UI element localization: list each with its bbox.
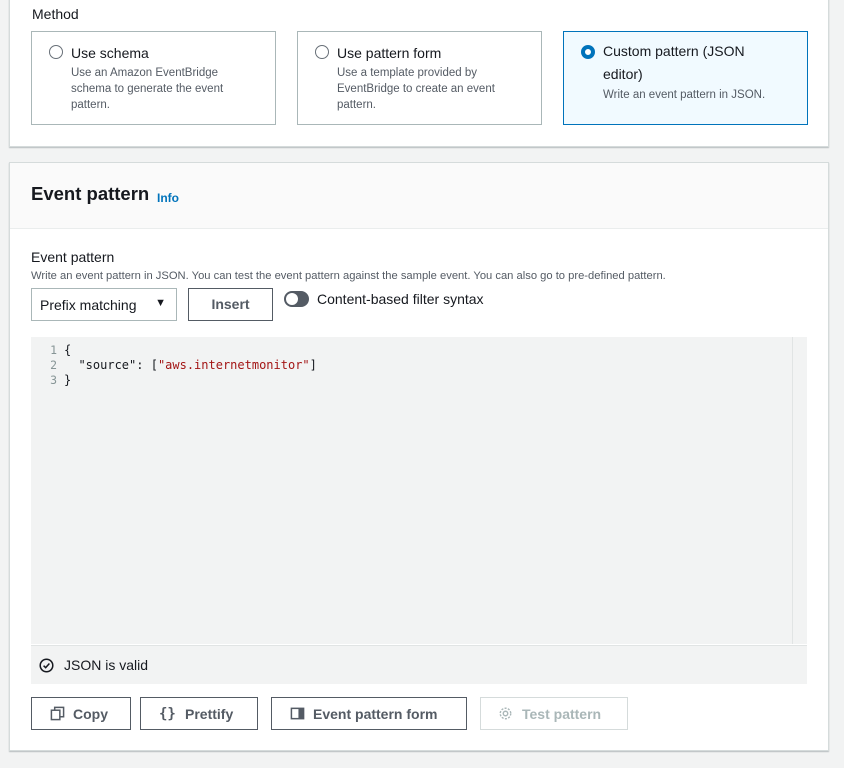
code-string: "aws.internetmonitor" <box>157 358 310 372</box>
select-value: Prefix matching <box>40 297 137 313</box>
event-pattern-panel: Event pattern Info Event pattern Write a… <box>9 162 829 751</box>
form-panel-icon <box>290 707 305 720</box>
prettify-button[interactable]: {} Prettify <box>140 697 258 730</box>
curly-braces-icon: {} <box>159 706 176 722</box>
option-desc-line: Use an Amazon EventBridge <box>71 67 219 79</box>
prefix-matching-select[interactable]: Prefix matching ▼ <box>31 288 177 321</box>
event-pattern-form-button[interactable]: Event pattern form <box>271 697 467 730</box>
code-line: } <box>64 373 72 387</box>
option-desc-line: pattern. <box>337 99 376 111</box>
option-desc-line: EventBridge to create an event <box>337 83 495 95</box>
method-label: Method <box>32 6 79 22</box>
option-desc-line: Write an event pattern in JSON. <box>603 89 766 101</box>
validation-status-text: JSON is valid <box>64 657 149 673</box>
radio-icon[interactable] <box>315 45 329 59</box>
option-use-pattern-form[interactable]: Use pattern form Use a template provided… <box>297 31 542 125</box>
code-line: "source": ["aws.internetmonitor"] <box>78 358 317 372</box>
option-title-line: editor) <box>603 66 643 82</box>
gear-icon <box>499 707 512 720</box>
test-pattern-button[interactable]: Test pattern <box>480 697 628 730</box>
field-description: Write an event pattern in JSON. You can … <box>31 270 666 282</box>
toggle-label: Content-based filter syntax <box>317 291 484 307</box>
option-title: Use schema <box>71 45 149 61</box>
button-label: Test pattern <box>522 706 602 722</box>
line-number: 1 <box>50 343 57 357</box>
code-line: { <box>64 343 72 357</box>
info-link[interactable]: Info <box>157 191 179 205</box>
option-custom-pattern[interactable]: Custom pattern (JSON editor) Write an ev… <box>563 31 808 125</box>
button-label: Copy <box>73 706 108 722</box>
option-desc-line: schema to generate the event <box>71 83 224 95</box>
option-desc-line: Use a template provided by <box>337 67 477 79</box>
option-title: Use pattern form <box>337 45 442 61</box>
json-editor[interactable]: 1 2 3 { "source": ["aws.internetmonitor"… <box>31 337 807 644</box>
panel-title: Event pattern <box>31 183 150 204</box>
code-key: "source" <box>78 358 137 372</box>
method-panel: Method Use schema Use an Amazon EventBri… <box>9 0 829 147</box>
toggle-knob <box>286 293 298 305</box>
content-filter-toggle[interactable] <box>284 291 309 307</box>
panel-header: Event pattern Info <box>10 163 828 229</box>
line-gutter: 1 2 3 <box>31 337 61 644</box>
line-number: 3 <box>50 373 57 387</box>
line-number: 2 <box>50 358 57 372</box>
copy-button[interactable]: Copy <box>31 697 131 730</box>
button-label: Prettify <box>185 706 234 722</box>
validation-status-bar: JSON is valid <box>31 645 807 684</box>
caret-down-icon: ▼ <box>155 297 166 309</box>
option-desc-line: pattern. <box>71 99 110 111</box>
radio-checked-icon[interactable] <box>581 45 595 59</box>
radio-icon[interactable] <box>49 45 63 59</box>
code-area[interactable] <box>61 337 792 644</box>
option-title-line: Custom pattern (JSON <box>603 43 745 59</box>
option-use-schema[interactable]: Use schema Use an Amazon EventBridge sch… <box>31 31 276 125</box>
editor-scrollbar[interactable] <box>792 337 807 644</box>
copy-icon <box>50 706 65 721</box>
insert-button[interactable]: Insert <box>188 288 273 321</box>
field-label: Event pattern <box>31 249 115 265</box>
check-circle-icon <box>39 658 54 673</box>
button-label: Event pattern form <box>313 706 438 722</box>
